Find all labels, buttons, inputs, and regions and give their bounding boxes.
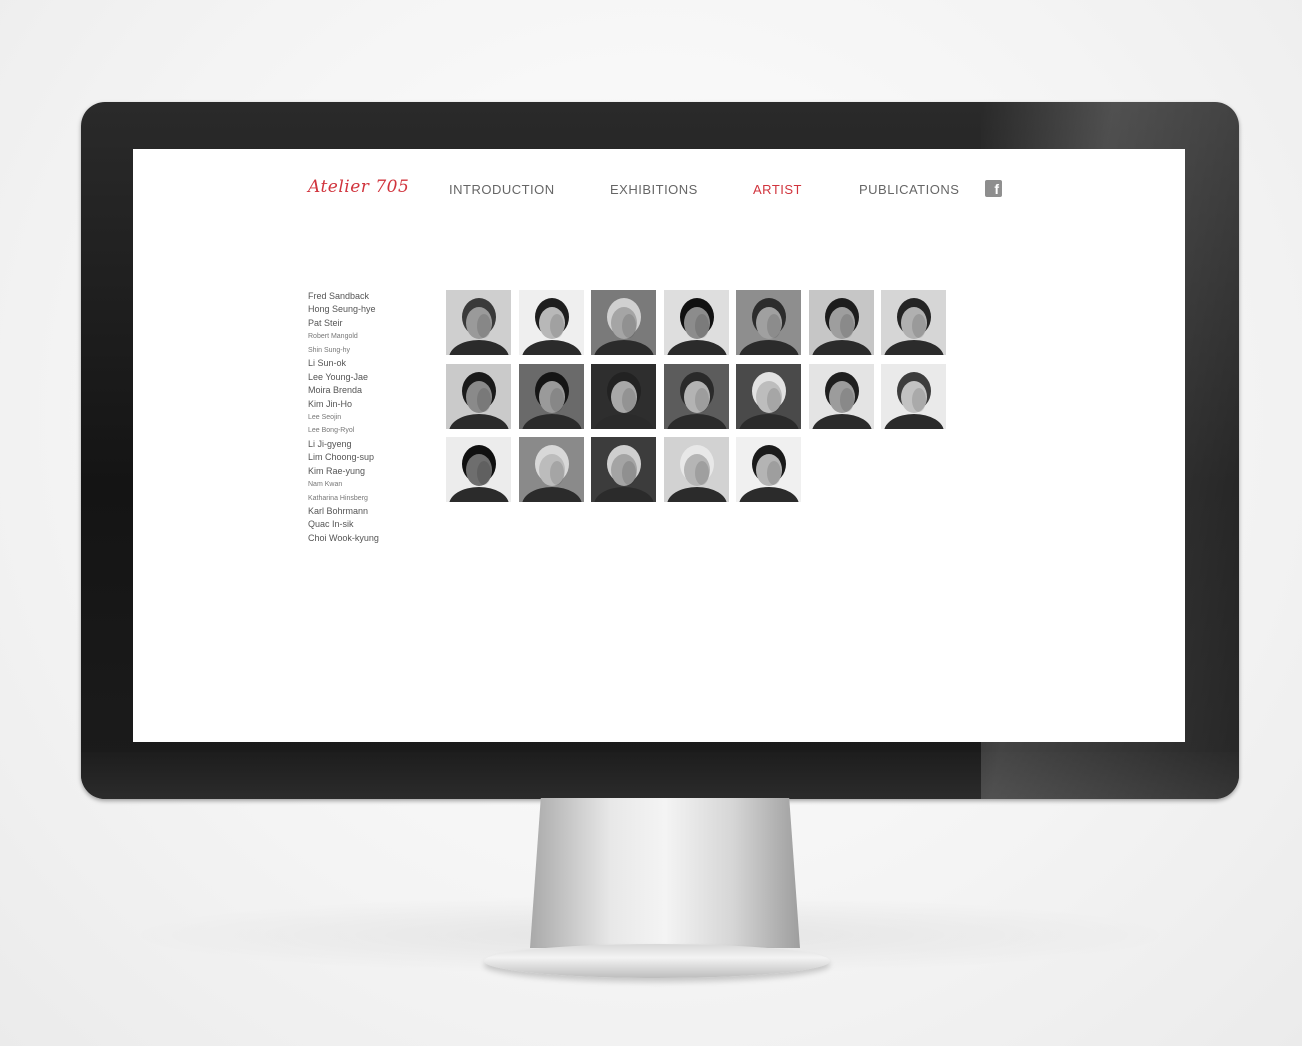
artist-link[interactable]: Katharina Hinsberg bbox=[308, 492, 418, 505]
artist-link[interactable]: Li Sun-ok bbox=[308, 357, 418, 370]
artist-portrait[interactable] bbox=[736, 290, 801, 355]
artist-portrait[interactable] bbox=[446, 290, 511, 355]
artist-link[interactable]: Lim Choong-sup bbox=[308, 451, 418, 464]
artist-link[interactable]: Kim Jin-Ho bbox=[308, 398, 418, 411]
artist-portrait[interactable] bbox=[591, 437, 656, 502]
monitor-bezel: Atelier 705 INTRODUCTION EXHIBITIONS ART… bbox=[81, 102, 1239, 799]
nav-publications[interactable]: PUBLICATIONS bbox=[859, 182, 959, 197]
artist-link[interactable]: Moira Brenda bbox=[308, 384, 418, 397]
portrait-image bbox=[591, 363, 656, 429]
artist-portrait[interactable] bbox=[736, 363, 801, 429]
monitor-stand bbox=[530, 798, 800, 948]
portrait-image bbox=[518, 437, 584, 502]
portrait-image bbox=[663, 437, 729, 502]
artist-link[interactable]: Lee Young-Jae bbox=[308, 371, 418, 384]
artist-portrait[interactable] bbox=[808, 363, 874, 429]
artist-portrait[interactable] bbox=[518, 437, 584, 502]
artist-portrait[interactable] bbox=[518, 290, 584, 355]
portrait-image bbox=[591, 437, 656, 502]
portrait-image bbox=[808, 363, 874, 429]
site-logo[interactable]: Atelier 705 bbox=[308, 177, 409, 201]
artist-portrait[interactable] bbox=[736, 437, 801, 502]
artist-photo-grid bbox=[446, 290, 946, 502]
artist-name-list: Fred Sandback Hong Seung-hye Pat Steir R… bbox=[308, 290, 418, 545]
artist-link[interactable]: Li Ji-gyeng bbox=[308, 438, 418, 451]
artist-link[interactable]: Choi Wook-kyung bbox=[308, 532, 418, 545]
portrait-image bbox=[881, 290, 946, 355]
portrait-image bbox=[591, 290, 656, 355]
portrait-image bbox=[808, 290, 874, 355]
artist-link[interactable]: Pat Steir bbox=[308, 317, 418, 330]
artist-portrait[interactable] bbox=[446, 363, 511, 429]
portrait-image bbox=[736, 363, 801, 429]
artist-portrait[interactable] bbox=[881, 363, 946, 429]
monitor-stand-base bbox=[484, 944, 830, 978]
website-screen: Atelier 705 INTRODUCTION EXHIBITIONS ART… bbox=[133, 149, 1185, 742]
artist-link[interactable]: Fred Sandback bbox=[308, 290, 418, 303]
artist-link[interactable]: Quac In-sik bbox=[308, 518, 418, 531]
artist-portrait[interactable] bbox=[591, 290, 656, 355]
artist-link[interactable]: Lee Seojin bbox=[308, 411, 418, 424]
facebook-icon[interactable]: f bbox=[985, 180, 1002, 197]
nav-exhibitions[interactable]: EXHIBITIONS bbox=[610, 182, 698, 197]
artist-link[interactable]: Hong Seung-hye bbox=[308, 303, 418, 316]
nav-artist[interactable]: ARTIST bbox=[753, 182, 802, 197]
portrait-image bbox=[736, 437, 801, 502]
artist-portrait[interactable] bbox=[446, 437, 511, 502]
portrait-image bbox=[663, 363, 729, 429]
monitor-chin bbox=[81, 752, 1239, 799]
artist-link[interactable]: Robert Mangold bbox=[308, 330, 418, 343]
artist-portrait[interactable] bbox=[663, 437, 729, 502]
portrait-image bbox=[446, 437, 511, 502]
portrait-image bbox=[736, 290, 801, 355]
artist-link[interactable]: Lee Bong-Ryol bbox=[308, 424, 418, 437]
portrait-image bbox=[518, 363, 584, 429]
portrait-image bbox=[446, 363, 511, 429]
artist-link[interactable]: Shin Sung-hy bbox=[308, 344, 418, 357]
artist-portrait[interactable] bbox=[663, 290, 729, 355]
artist-link[interactable]: Kim Rae-yung bbox=[308, 465, 418, 478]
portrait-image bbox=[881, 363, 946, 429]
nav-introduction[interactable]: INTRODUCTION bbox=[449, 182, 555, 197]
portrait-image bbox=[518, 290, 584, 355]
artist-portrait[interactable] bbox=[881, 290, 946, 355]
portrait-image bbox=[446, 290, 511, 355]
artist-link[interactable]: Nam Kwan bbox=[308, 478, 418, 491]
portrait-image bbox=[663, 290, 729, 355]
artist-portrait[interactable] bbox=[663, 363, 729, 429]
artist-portrait[interactable] bbox=[518, 363, 584, 429]
artist-link[interactable]: Karl Bohrmann bbox=[308, 505, 418, 518]
artist-portrait[interactable] bbox=[591, 363, 656, 429]
artist-portrait[interactable] bbox=[808, 290, 874, 355]
